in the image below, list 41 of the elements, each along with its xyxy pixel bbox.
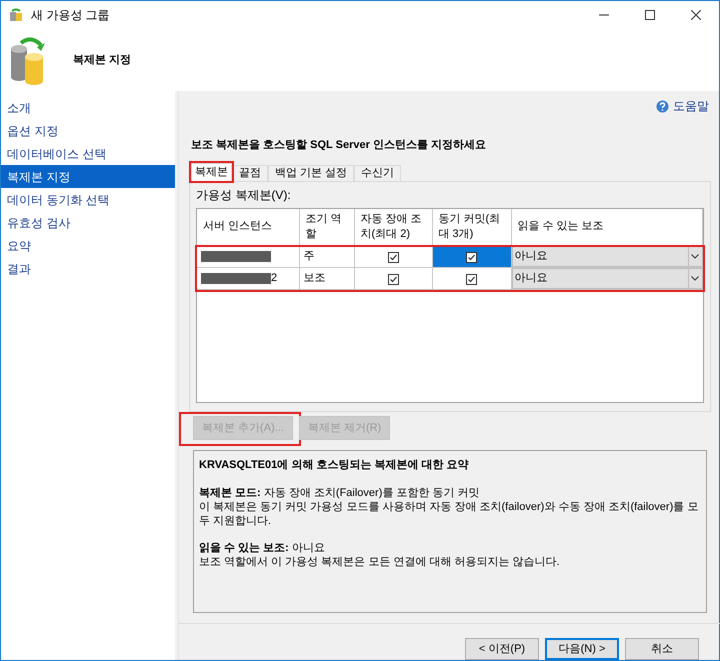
readable-dropdown[interactable]: 아니요 [512,268,702,289]
summary-paragraph: 복제본 모드: 자동 장애 조치(Failover)를 포함한 동기 커밋 이 복제본은 동기 커밋 가용성 모드를 사용하며 자동 장애 조치(failover)와 수동 장애 조치(failover)를 모두 지원합니다. [199,486,700,528]
column-header: 자동 장애 조치(최대 2) [354,208,432,246]
sidebar-item[interactable]: 데이터 동기화 선택 [1,188,175,211]
checked-checkbox[interactable] [388,274,398,285]
readable-dropdown[interactable]: 아니요 [512,246,702,267]
tab[interactable]: 복제본 [191,162,232,180]
window-title: 새 가용성 그룹 [31,7,110,24]
sidebar-item[interactable]: 요약 [1,234,175,257]
help-link[interactable]: 도움말 [673,97,709,115]
footer-button[interactable]: 취소 [625,638,699,660]
help-icon [656,100,669,112]
role-cell: 보조 [299,268,354,290]
column-header: 조기 역할 [299,208,354,246]
replicas-label: 가용성 복제본(V): [196,186,292,204]
summary-paragraph: 읽을 수 있는 보조: 아니요 보조 역할에서 이 가용성 복제본은 모든 연결에 대해 허용되지는 않습니다. [199,541,561,570]
sidebar-item[interactable]: 결과 [1,257,175,280]
column-header: 동기 커밋(최대 3개) [432,208,511,246]
checked-checkbox[interactable] [466,252,477,263]
role-cell: 주 [299,246,354,268]
close-icon [691,10,701,20]
column-header: 서버 인스턴스 [197,208,299,246]
sidebar-item[interactable]: 복제본 지정 [1,165,175,188]
sidebar-item[interactable]: 옵션 지정 [1,119,175,142]
maximize-icon [645,10,655,20]
column-header: 읽을 수 있는 보조 [511,208,702,246]
checked-checkbox[interactable] [466,274,477,285]
summary-title: KRVASQLTE01에 의해 호스팅되는 복제본에 대한 요약 [199,458,470,473]
footer-button[interactable]: < 이전(P) [465,638,539,660]
page-title: 복제본 지정 [73,52,132,68]
sidebar-item[interactable]: 소개 [1,96,175,119]
tab[interactable]: 백업 기본 설정 [268,164,354,180]
footer-button[interactable]: 다음(N) > [545,638,619,660]
sidebar-item[interactable]: 데이터베이스 선택 [1,142,175,165]
tab[interactable]: 끝점 [232,164,268,180]
server-name: 2 [271,271,278,286]
checked-checkbox[interactable] [388,252,398,263]
instruction-text: 보조 복제본을 호스팅할 SQL Server 인스턴스를 지정하세요 [191,138,488,153]
sidebar-item[interactable]: 유효성 검사 [1,211,175,234]
tab[interactable]: 수신기 [354,164,402,180]
app-icon [9,8,23,22]
